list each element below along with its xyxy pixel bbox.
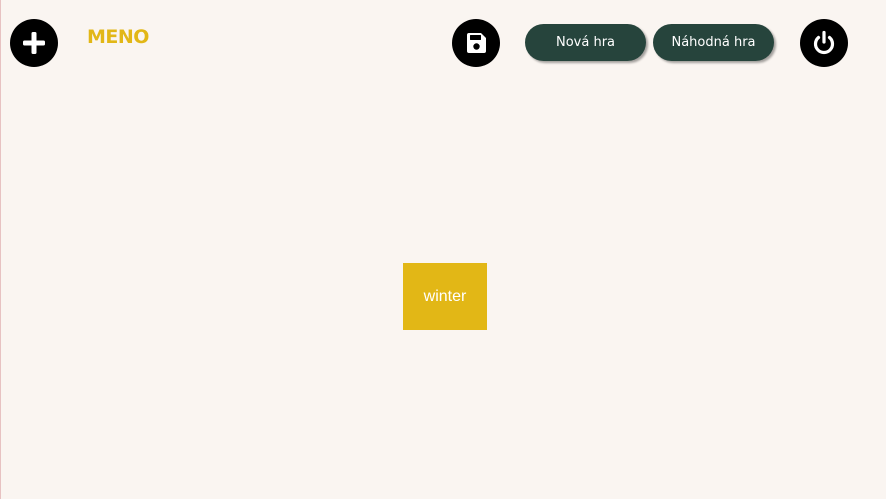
random-game-button[interactable]: Náhodná hra bbox=[653, 24, 774, 61]
power-button[interactable] bbox=[800, 19, 848, 67]
plus-icon bbox=[23, 32, 45, 54]
save-button[interactable] bbox=[452, 19, 500, 67]
new-game-button[interactable]: Nová hra bbox=[525, 24, 646, 61]
word-card[interactable]: winter bbox=[403, 263, 487, 330]
floppy-disk-icon bbox=[467, 33, 486, 53]
word-card-label: winter bbox=[423, 287, 467, 305]
add-button[interactable] bbox=[10, 19, 58, 67]
page-title: MENO bbox=[87, 26, 149, 48]
power-icon bbox=[813, 30, 835, 55]
